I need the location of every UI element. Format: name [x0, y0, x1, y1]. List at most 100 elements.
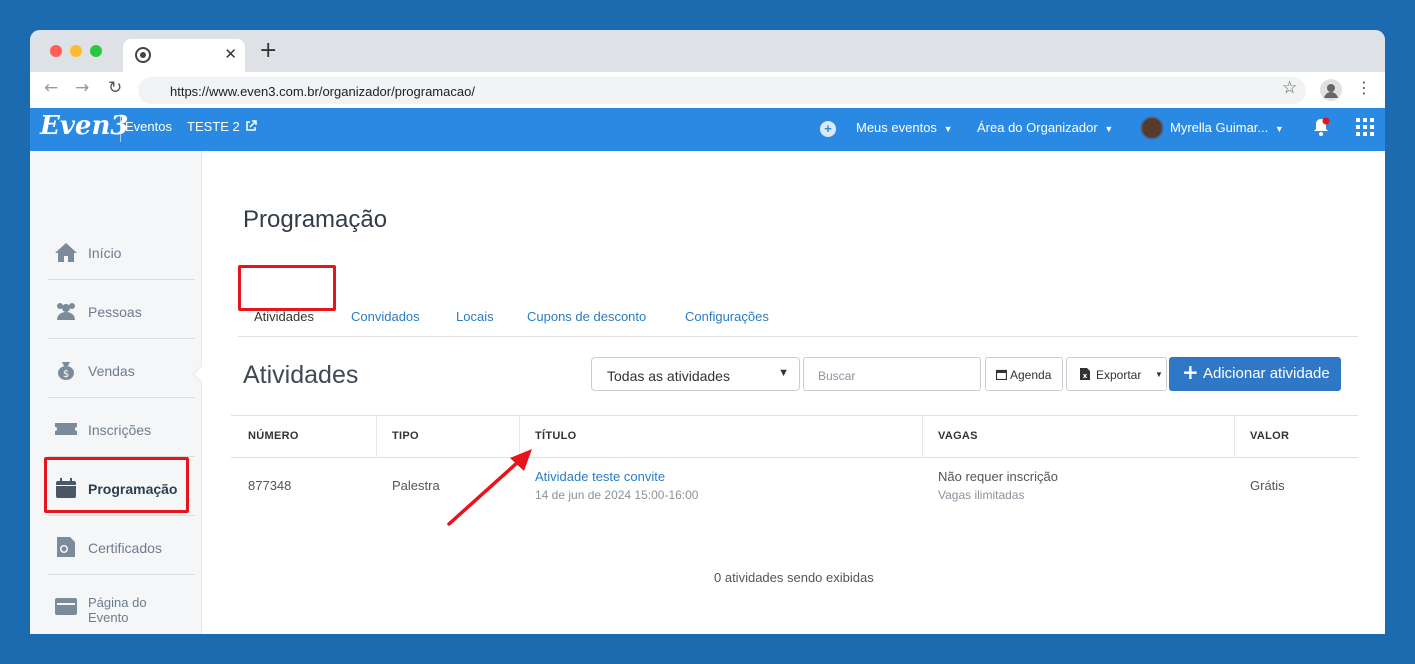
cell-numero: 877348	[248, 478, 292, 493]
browser-tab[interactable]: ✕	[123, 39, 245, 72]
search-placeholder: Buscar	[818, 369, 856, 383]
main-content: Programação Atividades Convidados Locais…	[203, 151, 1385, 634]
caret-down-icon: ▼	[1274, 124, 1284, 134]
activity-filter-select[interactable]: Todas as atividades ▼	[591, 357, 800, 391]
calendar-small-icon	[996, 369, 1007, 380]
page-title: Programação	[243, 206, 388, 233]
sidebar-item-label: Certificados	[88, 540, 162, 556]
even3-logo[interactable]: Even3	[40, 111, 128, 141]
agenda-button[interactable]: Agenda	[985, 357, 1063, 391]
eventos-link[interactable]: Eventos	[125, 119, 172, 134]
column-divider	[376, 416, 377, 458]
column-divider	[1234, 416, 1235, 458]
caret-down-icon: ▼	[1155, 370, 1163, 379]
column-header-titulo: TÍTULO	[535, 430, 577, 442]
search-input[interactable]: Buscar	[803, 357, 981, 391]
apps-grid-icon[interactable]	[1356, 118, 1374, 136]
close-tab-icon[interactable]: ✕	[224, 45, 237, 63]
cell-valor: Grátis	[1250, 478, 1285, 493]
chrome-icon	[135, 47, 151, 63]
user-name-label: Myrella Guimar...	[1170, 120, 1269, 135]
calendar-icon	[56, 478, 76, 498]
browser-window: ✕ + ← → ↻ https://www.even3.com.br/organ…	[30, 30, 1385, 634]
sidebar-item-label: Início	[88, 245, 122, 261]
activity-title-link[interactable]: Atividade teste convite	[535, 469, 665, 484]
address-bar-row: ← → ↻ https://www.even3.com.br/organizad…	[30, 72, 1385, 108]
url-field[interactable]: https://www.even3.com.br/organizador/pro…	[138, 77, 1306, 104]
event-name-link[interactable]: TESTE 2	[187, 119, 258, 134]
sidebar-item-inicio[interactable]: Início	[48, 222, 195, 280]
column-header-vagas: VAGAS	[938, 430, 978, 442]
user-menu-dropdown[interactable]: Myrella Guimar... ▼	[1170, 120, 1284, 135]
sidebar-item-label: Pessoas	[88, 304, 142, 320]
meus-eventos-dropdown[interactable]: Meus eventos ▼	[856, 120, 952, 135]
add-activity-label: Adicionar atividade	[1203, 365, 1330, 382]
minimize-window-button[interactable]	[70, 45, 82, 57]
new-tab-button[interactable]: +	[259, 40, 277, 62]
export-dropdown-button[interactable]: x Exportar ▼	[1066, 357, 1167, 391]
add-event-icon[interactable]: +	[820, 121, 836, 137]
column-header-valor: VALOR	[1250, 430, 1290, 442]
cell-vagas-sub: Vagas ilimitadas	[938, 488, 1025, 502]
area-organizador-label: Área do Organizador	[977, 120, 1098, 135]
activities-count: 0 atividades sendo exibidas	[714, 570, 874, 585]
sidebar-item-certificados[interactable]: Certificados	[48, 517, 195, 575]
people-icon	[57, 303, 75, 320]
sidebar-item-programacao[interactable]: Programação	[48, 458, 195, 516]
url-text: https://www.even3.com.br/organizador/pro…	[170, 84, 475, 99]
close-window-button[interactable]	[50, 45, 62, 57]
browser-icon	[55, 598, 77, 615]
cell-data: 14 de jun de 2024 15:00-16:00	[535, 488, 699, 502]
user-avatar[interactable]	[1140, 116, 1164, 140]
tab-bar: Atividades Convidados Locais Cupons de d…	[238, 301, 1358, 337]
export-label: Exportar	[1096, 368, 1142, 382]
home-icon	[55, 243, 77, 262]
filter-value: Todas as atividades	[607, 368, 730, 384]
reload-icon[interactable]: ↻	[108, 80, 122, 97]
ticket-icon	[55, 423, 77, 435]
sidebar-item-label: Página do Evento	[88, 595, 147, 625]
meus-eventos-label: Meus eventos	[856, 120, 937, 135]
caret-down-icon: ▼	[1104, 124, 1114, 134]
tab-cupons[interactable]: Cupons de desconto	[527, 309, 646, 324]
red-arrow-annotation	[447, 449, 532, 526]
notification-bell-icon[interactable]	[1310, 116, 1332, 138]
tab-configuracoes[interactable]: Configurações	[685, 309, 769, 324]
tab-convidados[interactable]: Convidados	[351, 309, 420, 324]
svg-text:$: $	[63, 369, 69, 380]
agenda-label: Agenda	[1010, 368, 1052, 382]
event-name-text: TESTE 2	[187, 119, 240, 134]
chevron-down-icon: ▼	[778, 367, 789, 379]
sidebar: Início Pessoas $ Vendas Inscrições Progr…	[30, 151, 202, 634]
excel-file-icon: x	[1080, 368, 1090, 380]
sidebar-item-label: Inscrições	[88, 422, 152, 438]
back-icon[interactable]: ←	[44, 80, 58, 97]
logo-divider	[120, 116, 121, 142]
add-activity-button[interactable]: + Adicionar atividade	[1169, 357, 1341, 391]
sidebar-item-vendas[interactable]: $ Vendas	[48, 340, 195, 398]
bookmark-star-icon[interactable]: ☆	[1282, 80, 1297, 97]
table-header: NÚMERO TIPO TÍTULO VAGAS VALOR	[231, 415, 1358, 458]
money-bag-icon: $	[58, 362, 74, 380]
maximize-window-button[interactable]	[90, 45, 102, 57]
tab-atividades[interactable]: Atividades	[254, 309, 314, 324]
sidebar-item-inscricoes[interactable]: Inscrições	[48, 399, 195, 457]
sidebar-item-pessoas[interactable]: Pessoas	[48, 281, 195, 339]
forward-icon[interactable]: →	[75, 80, 89, 97]
table-row[interactable]: 877348 Palestra Atividade teste convite …	[231, 458, 1358, 516]
sidebar-item-pagina-evento[interactable]: Página do Evento	[48, 576, 195, 634]
cell-tipo: Palestra	[392, 478, 440, 493]
section-title: Atividades	[243, 361, 359, 389]
browser-profile-icon[interactable]	[1320, 79, 1342, 101]
app-header: Even3 Eventos TESTE 2 + Meus eventos ▼ Á…	[30, 108, 1385, 151]
browser-menu-icon[interactable]: ⋮	[1356, 80, 1372, 96]
browser-tabbar: ✕ +	[30, 30, 1385, 72]
plus-icon: +	[1182, 360, 1199, 384]
external-link-icon	[246, 120, 258, 131]
tab-locais[interactable]: Locais	[456, 309, 494, 324]
area-organizador-dropdown[interactable]: Área do Organizador ▼	[977, 120, 1113, 135]
certificate-icon	[57, 537, 75, 557]
svg-text:x: x	[1083, 372, 1088, 380]
sidebar-item-label: Vendas	[88, 363, 135, 379]
column-divider	[922, 416, 923, 458]
